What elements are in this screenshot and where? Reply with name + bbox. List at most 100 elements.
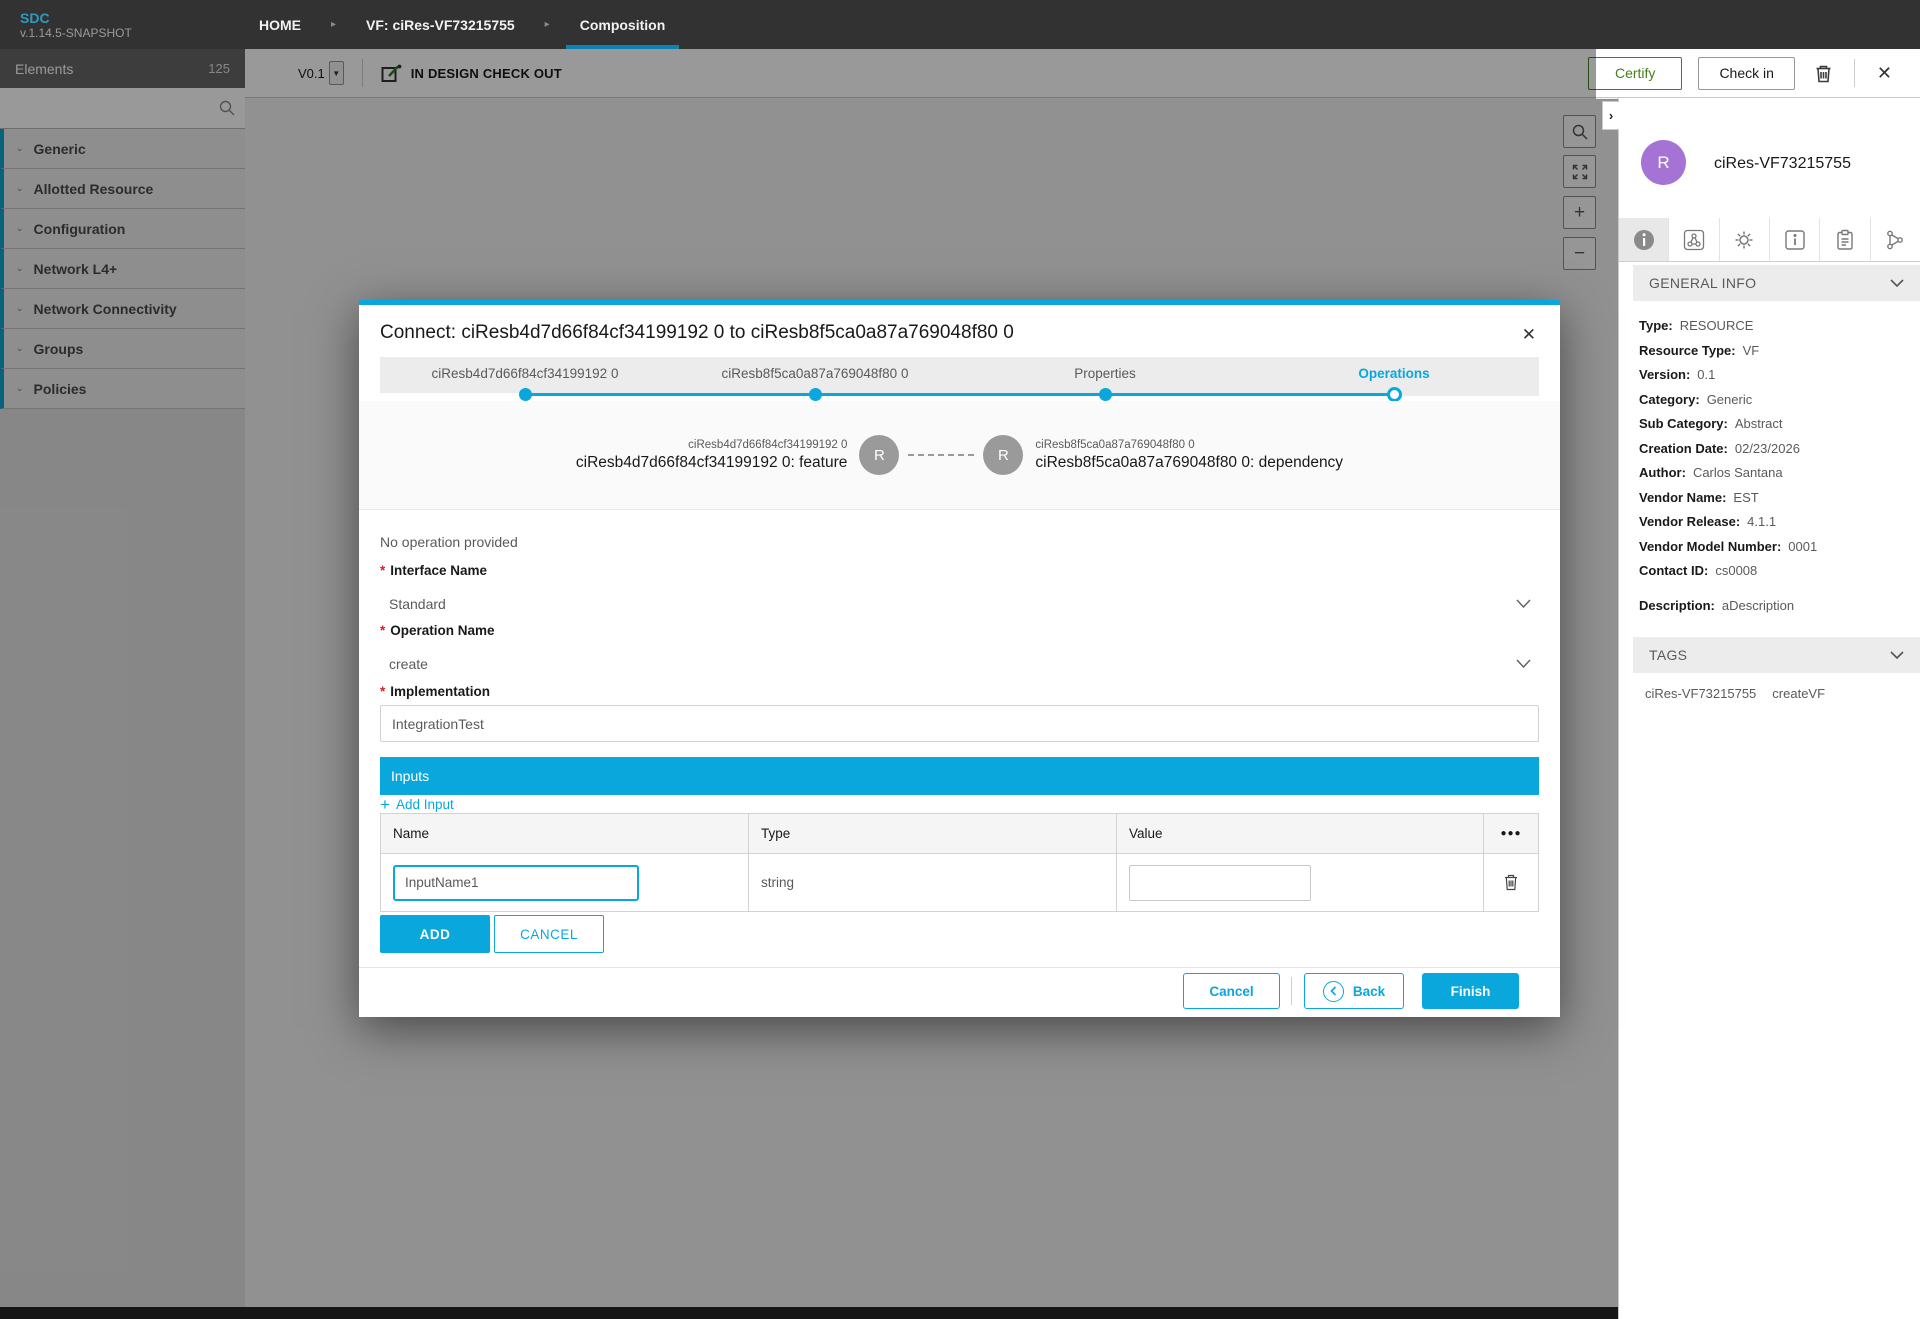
info-field: Contact ID:cs0008 [1639,559,1909,584]
source-node-labels: ciResb4d7d66f84cf34199192 0 ciResb4d7d66… [576,438,847,473]
wizard-dot-active [1387,387,1402,402]
app-version: v.1.14.5-SNAPSHOT [20,26,245,40]
breadcrumb-separator-icon: ▸ [529,0,566,49]
breadcrumb-vf[interactable]: VF: ciRes-VF73215755 [352,0,529,49]
operation-name-label: *Operation Name [380,623,495,638]
info-field: Vendor Release:4.1.1 [1639,510,1909,535]
tags-section-header[interactable]: TAGS [1633,637,1920,673]
footer-divider [1291,977,1292,1005]
info-field: Author:Carlos Santana [1639,461,1909,486]
input-type-cell: string [749,854,1117,911]
cancel-input-button[interactable]: CANCEL [494,915,604,953]
plus-icon: + [380,796,390,813]
interface-name-value: Standard [380,596,446,612]
modal-backdrop [0,49,1596,99]
ellipsis-icon: ●●● [1500,828,1521,839]
general-info-title: GENERAL INFO [1649,275,1756,291]
info-field: Sub Category:Abstract [1639,412,1909,437]
connect-wizard-modal: Connect: ciResb4d7d66f84cf34199192 0 to … [359,300,1560,1017]
info-square-icon [1784,229,1806,251]
wizard-track [380,393,525,396]
required-asterisk: * [380,684,385,699]
target-instance-name: ciResb8f5ca0a87a769048f80 0 [1035,438,1343,453]
breadcrumb-home[interactable]: HOME [245,0,315,49]
tab-settings[interactable] [1720,218,1770,261]
chevron-down-icon [1890,646,1904,664]
detail-tabs [1619,218,1920,262]
step-properties[interactable]: Properties [960,366,1250,381]
input-value-cell [1117,854,1484,911]
input-name-field[interactable] [393,865,639,901]
step-target[interactable]: ciResb8f5ca0a87a769048f80 0 [670,366,960,381]
chevron-down-icon [1516,655,1531,673]
info-field: Category:Generic [1639,388,1909,413]
wizard-steps: ciResb4d7d66f84cf34199192 0 ciResb8f5ca0… [380,357,1539,396]
chevron-down-icon [1890,274,1904,292]
step-operations[interactable]: Operations [1249,366,1539,381]
chevron-down-icon [1516,595,1531,613]
close-composition-button[interactable]: ✕ [1873,59,1896,88]
gear-icon [1733,229,1755,251]
target-node-icon: R [983,435,1023,475]
implementation-input[interactable] [380,705,1539,742]
target-requirement: ciResb8f5ca0a87a769048f80 0: dependency [1035,453,1343,473]
wizard-progress-line [525,393,1394,396]
info-field: Vendor Name:EST [1639,486,1909,511]
step-source[interactable]: ciResb4d7d66f84cf34199192 0 [380,366,670,381]
tab-requirements-capabilities[interactable] [1871,218,1920,261]
column-menu-button[interactable]: ●●● [1484,814,1538,853]
modal-close-button[interactable]: ✕ [1516,319,1542,351]
inputs-table-header: Name Type Value ●●● [381,814,1538,854]
wizard-back-button[interactable]: Back [1304,973,1404,1009]
column-header-name: Name [381,814,749,853]
column-header-type: Type [749,814,1117,853]
input-value-field[interactable] [1129,865,1311,901]
checkin-button[interactable]: Check in [1698,57,1794,90]
operation-name-select[interactable]: create [380,651,1539,677]
info-field: Resource Type:VF [1639,339,1909,364]
wizard-dot-done [809,388,822,401]
interface-name-select[interactable]: Standard [380,591,1539,617]
connection-dashed-line [908,454,974,456]
add-button[interactable]: ADD [380,915,490,953]
avatar: R [1641,140,1686,185]
general-info-section-header[interactable]: GENERAL INFO [1633,265,1920,301]
toolbar-actions: Certify Check in ✕ [1588,57,1920,90]
modal-title: Connect: ciResb4d7d66f84cf34199192 0 to … [380,322,1014,344]
tab-properties[interactable] [1820,218,1870,261]
molecule-icon [1683,229,1705,251]
graph-icon [1884,229,1906,251]
breadcrumb-composition[interactable]: Composition [566,0,680,49]
tags-list: ciRes-VF73215755 createVF [1645,686,1825,701]
delete-input-button[interactable] [1504,874,1518,891]
info-field: Type:RESOURCE [1639,314,1909,339]
input-row: string [381,854,1538,911]
operation-name-value: create [380,656,428,672]
tags-title: TAGS [1649,647,1687,663]
tab-deployment-artifacts[interactable] [1669,218,1719,261]
app-logo: SDC v.1.14.5-SNAPSHOT [0,0,245,49]
tab-general-info[interactable] [1619,218,1669,261]
certify-button[interactable]: Certify [1588,57,1682,90]
tab-information-artifacts[interactable] [1770,218,1820,261]
input-actions-cell [1484,854,1538,911]
info-field: Vendor Model Number:0001 [1639,535,1909,560]
panel-collapse-button[interactable]: › [1602,101,1619,130]
tag-item: createVF [1772,686,1825,701]
column-header-value: Value [1117,814,1484,853]
inputs-table: Name Type Value ●●● string [380,813,1539,912]
implementation-label: *Implementation [380,684,490,699]
description-field: Description:aDescription [1639,598,1794,613]
tag-item: ciRes-VF73215755 [1645,686,1756,701]
wizard-cancel-button[interactable]: Cancel [1183,973,1280,1009]
trash-icon [1815,64,1832,83]
modal-footer-divider [359,967,1560,968]
add-input-link[interactable]: + Add Input [380,796,454,813]
info-field: Version:0.1 [1639,363,1909,388]
wizard-dot-done [1099,388,1112,401]
trash-icon [1504,874,1518,891]
wizard-finish-button[interactable]: Finish [1422,973,1519,1009]
wizard-dot-done [519,388,532,401]
delete-button[interactable] [1811,60,1836,87]
no-operation-text: No operation provided [380,534,518,550]
